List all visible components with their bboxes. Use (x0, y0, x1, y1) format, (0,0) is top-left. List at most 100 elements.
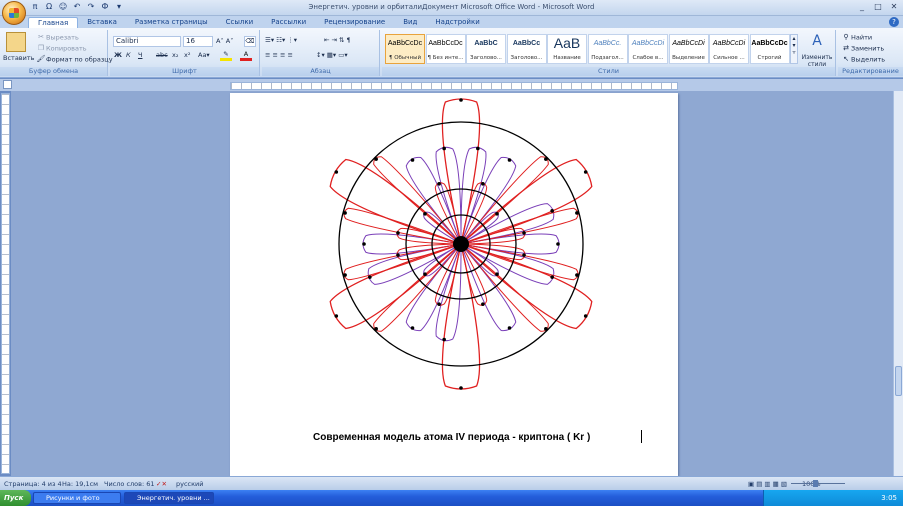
paste-icon[interactable] (6, 32, 26, 52)
electron-dot (495, 211, 499, 216)
styles-scroll-icon[interactable]: ▴ ▾ ▿ (790, 34, 798, 64)
style-name: Заголово... (470, 55, 502, 61)
tab-selector-icon[interactable] (3, 80, 12, 89)
view-buttons-icon[interactable]: ▣ ▤ ▥ ▦ ▧ (748, 480, 787, 488)
ribbon-tabs: Главная Вставка Разметка страницы Ссылки… (0, 16, 903, 28)
superscript-button[interactable]: x² (184, 51, 190, 59)
style-item[interactable]: AaB Название (547, 34, 587, 64)
electron-dot (583, 314, 588, 318)
change-case-button[interactable]: Aa▾ (198, 51, 210, 59)
style-name: ¶ Обычный (388, 55, 422, 61)
maximize-icon[interactable]: □ (871, 1, 885, 13)
tab-home[interactable]: Главная (28, 17, 79, 28)
font-name-select[interactable]: Calibri (Основной те (113, 36, 181, 47)
strikethrough-button[interactable]: abc (156, 51, 168, 59)
tab-references[interactable]: Ссылки (217, 17, 263, 28)
font-size-select[interactable]: 16 (183, 36, 213, 47)
tab-view[interactable]: Вид (394, 17, 426, 28)
style-name: Строгий (757, 55, 782, 61)
paste-button[interactable]: Вставить (3, 54, 34, 62)
proofing-icon[interactable]: ✓✕ (156, 480, 167, 488)
zoom-slider[interactable] (783, 480, 853, 487)
clear-format-icon[interactable]: ⌫ (244, 36, 256, 47)
taskbar: Пуск Рисунки и фото Энергетич. уровни ..… (0, 490, 903, 506)
nucleus (453, 236, 469, 252)
style-item[interactable]: AaBbCc Заголово... (506, 34, 547, 64)
style-sample: AaBbCcDi (672, 40, 705, 47)
bullets-icon[interactable]: ☰▾ ☷▾ ⋮▾ (265, 36, 297, 44)
grow-font-icon[interactable]: A˄ A˅ (216, 37, 233, 45)
electron-dot (459, 98, 463, 102)
electron-dot (368, 275, 372, 279)
close-icon[interactable]: ✕ (887, 1, 901, 13)
orbital-petal (460, 156, 517, 245)
styles-group: AaBbCcDc ¶ Обычный AaBbCcDc ¶ Без инте... Aa… (382, 30, 836, 76)
tab-mailings[interactable]: Рассылки (262, 17, 315, 28)
vertical-scrollbar[interactable] (893, 91, 903, 476)
font-color-icon[interactable]: A (240, 50, 252, 61)
electron-dot (556, 242, 560, 246)
tab-insert[interactable]: Вставка (78, 17, 126, 28)
language-indicator[interactable]: русский (176, 480, 204, 488)
word-count[interactable]: Число слов: 61 (104, 480, 155, 488)
electron-dot (481, 182, 485, 186)
orbital-petal (460, 203, 555, 245)
zoom-knob[interactable] (813, 480, 818, 487)
style-item[interactable]: AaBbC Заголово... (466, 34, 506, 64)
office-button[interactable] (2, 1, 26, 25)
style-item[interactable]: AaBbCcDi Выделение (668, 34, 709, 64)
title-bar: π Ω ☺ ↶ ↷ Ф ▾ Энергетич. уровни и орбита… (0, 0, 903, 16)
clipboard-group: Вставить ✂ Вырезать ❐ Копировать 🖌Формат п… (0, 30, 113, 76)
replace-icon: ⇄ (843, 44, 849, 52)
orbital-petal (405, 243, 462, 332)
electron-dot (544, 157, 548, 161)
italic-button[interactable]: К (126, 51, 131, 59)
cursor-icon: ↖ (843, 55, 849, 63)
cut-label: Вырезать (46, 33, 79, 42)
minimize-icon[interactable]: _ (855, 1, 869, 13)
task-word-document[interactable]: Энергетич. уровни ... (124, 492, 214, 504)
change-styles-button[interactable]: Изменить стили (800, 54, 834, 68)
tab-page-layout[interactable]: Разметка страницы (126, 17, 217, 28)
font-group-label: Шрифт (110, 67, 259, 76)
help-icon[interactable]: ? (889, 17, 899, 27)
find-button[interactable]: ⚲ Найти (841, 33, 872, 42)
indent-icon[interactable]: ⇤ ⇥ ⇅ ¶ (324, 36, 351, 44)
replace-button[interactable]: ⇄ Заменить (841, 44, 884, 53)
align-icon[interactable]: ≡ ≡ ≡ ≡ (265, 51, 293, 59)
style-item[interactable]: AaBbCcDi Сильное ... (709, 34, 749, 64)
subscript-button[interactable]: x₂ (172, 51, 178, 59)
orbital-petal (460, 243, 555, 285)
copy-button[interactable]: ❐ Копировать (36, 44, 87, 53)
bold-button[interactable]: Ж (114, 51, 122, 59)
horizontal-ruler[interactable] (230, 82, 678, 90)
electron-dot (507, 158, 512, 162)
electron-dot (374, 327, 378, 331)
style-item[interactable]: AaBbCc. Подзагол... (587, 34, 628, 64)
underline-button[interactable]: Ч (138, 51, 142, 59)
position-indicator[interactable]: На: 19,1см (62, 480, 98, 488)
style-item[interactable]: AaBbCcDc ¶ Обычный (385, 34, 425, 64)
vertical-ruler[interactable] (1, 93, 10, 474)
electron-dot (334, 314, 339, 318)
select-button[interactable]: ↖ Выделить (841, 55, 885, 64)
figure-caption: Современная модель атома IV периода - кр… (313, 432, 591, 443)
tab-addins[interactable]: Надстройки (426, 17, 488, 28)
style-sample: AaBbCc (512, 40, 541, 47)
electron-dot (334, 170, 339, 174)
page-indicator[interactable]: Страница: 4 из 4 (4, 480, 62, 488)
style-item[interactable]: AaBbCcDc ¶ Без инте... (425, 34, 466, 64)
tab-review[interactable]: Рецензирование (315, 17, 394, 28)
cut-button[interactable]: ✂ Вырезать (36, 33, 79, 42)
scrollbar-thumb[interactable] (895, 366, 902, 396)
style-item[interactable]: AaBbCcDi Слабое в... (628, 34, 668, 64)
electron-dot (410, 326, 415, 330)
clipboard-group-label: Буфер обмена (0, 67, 107, 76)
task-pictures[interactable]: Рисунки и фото (33, 492, 121, 504)
electron-dot (343, 273, 347, 277)
line-spacing-icon[interactable]: ↕▾ ▦▾ ▭▾ (316, 51, 348, 59)
start-button[interactable]: Пуск (0, 490, 31, 506)
format-painter-button[interactable]: 🖌Формат по образцу (36, 55, 113, 64)
style-item[interactable]: AaBbCcDc Строгий (749, 34, 790, 64)
highlight-icon[interactable]: ✎ (220, 50, 232, 61)
